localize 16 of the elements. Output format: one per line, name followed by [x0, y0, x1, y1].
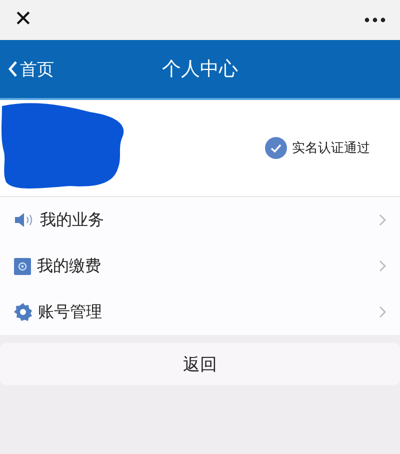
- return-button[interactable]: 返回: [0, 343, 400, 385]
- menu-item[interactable]: 我的缴费: [0, 243, 400, 289]
- chevron-icon: [379, 260, 386, 272]
- back-chevron-icon: [8, 60, 18, 78]
- menu-item[interactable]: 我的业务: [0, 197, 400, 243]
- chevron-icon: [379, 214, 386, 226]
- back-link[interactable]: 首页: [0, 58, 54, 80]
- close-button[interactable]: ✕: [10, 9, 36, 31]
- gear-icon: [14, 303, 32, 321]
- chevron-icon: [379, 306, 386, 318]
- speaker-icon: [14, 212, 34, 228]
- page-title: 个人中心: [161, 57, 239, 82]
- menu-item[interactable]: 账号管理: [0, 289, 400, 335]
- payment-icon: [14, 258, 31, 274]
- more-icon[interactable]: [364, 17, 386, 23]
- verification-status: 实名认证通过: [292, 140, 370, 157]
